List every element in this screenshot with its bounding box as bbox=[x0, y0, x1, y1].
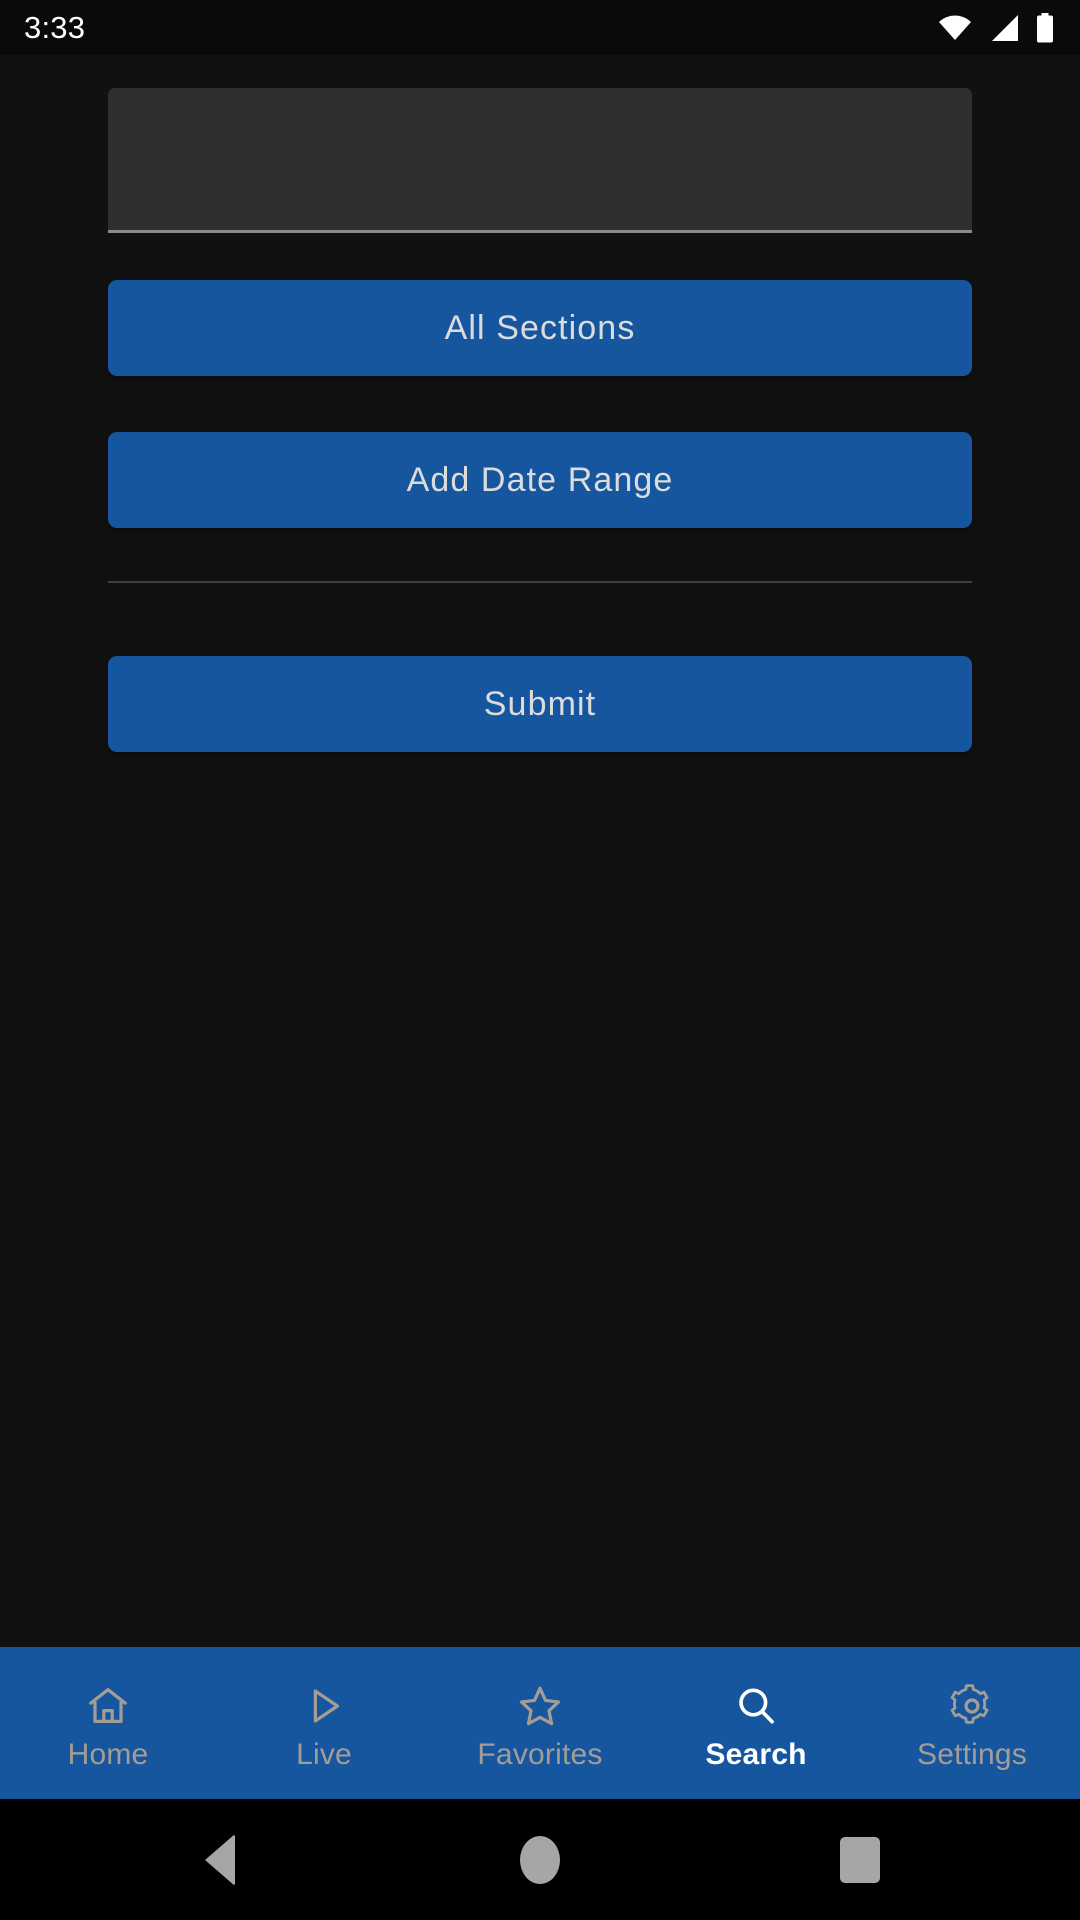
status-bar: 3:33 bbox=[0, 0, 1080, 55]
play-icon bbox=[313, 1688, 340, 1723]
form-divider bbox=[108, 581, 972, 583]
search-query-input[interactable] bbox=[108, 88, 972, 230]
search-query-field-container[interactable] bbox=[108, 88, 972, 233]
app-screen: 3:33 All Sections Add Date Range Submit bbox=[0, 0, 1080, 1920]
system-recents-button[interactable] bbox=[800, 1799, 920, 1920]
status-icons bbox=[938, 12, 1054, 43]
submit-button[interactable]: Submit bbox=[108, 656, 972, 752]
recents-square-icon bbox=[840, 1836, 880, 1883]
android-system-nav bbox=[0, 1799, 1080, 1920]
add-date-range-button[interactable]: Add Date Range bbox=[108, 432, 972, 528]
nav-item-favorites[interactable]: Favorites bbox=[432, 1647, 648, 1799]
nav-label-favorites: Favorites bbox=[477, 1737, 603, 1771]
nav-label-settings: Settings bbox=[917, 1737, 1027, 1771]
cellular-signal-icon bbox=[992, 14, 1018, 41]
star-icon bbox=[519, 1686, 561, 1725]
back-triangle-icon bbox=[205, 1833, 235, 1886]
system-back-button[interactable] bbox=[160, 1799, 280, 1920]
nav-label-search: Search bbox=[705, 1737, 807, 1771]
all-sections-button[interactable]: All Sections bbox=[108, 280, 972, 376]
search-icon bbox=[739, 1687, 774, 1724]
search-form: All Sections Add Date Range Submit bbox=[108, 55, 972, 752]
battery-icon bbox=[1037, 12, 1053, 42]
gear-icon bbox=[950, 1683, 989, 1724]
nav-label-home: Home bbox=[67, 1737, 149, 1771]
home-circle-icon bbox=[520, 1835, 560, 1884]
status-clock: 3:33 bbox=[24, 9, 86, 45]
nav-item-live[interactable]: Live bbox=[216, 1647, 432, 1799]
wifi-icon bbox=[939, 15, 971, 40]
system-home-button[interactable] bbox=[480, 1799, 600, 1920]
home-icon bbox=[89, 1687, 127, 1723]
nav-item-home[interactable]: Home bbox=[0, 1647, 216, 1799]
nav-label-live: Live bbox=[296, 1737, 352, 1771]
nav-item-settings[interactable]: Settings bbox=[864, 1647, 1080, 1799]
bottom-navigation-bar: Home Live Favorites Search Settings bbox=[0, 1647, 1080, 1799]
main-content: All Sections Add Date Range Submit bbox=[0, 55, 1080, 1647]
nav-item-search[interactable]: Search bbox=[648, 1647, 864, 1799]
